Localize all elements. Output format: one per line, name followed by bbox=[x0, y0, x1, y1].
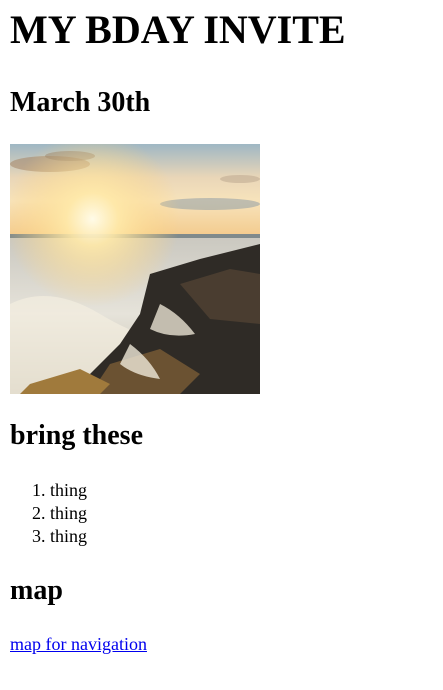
map-navigation-link[interactable]: map for navigation bbox=[10, 633, 147, 655]
bring-items-list: thing thing thing bbox=[10, 479, 433, 548]
event-date-heading: March 30th bbox=[10, 87, 151, 118]
list-item: thing bbox=[50, 502, 433, 525]
sunset-beach-photo bbox=[10, 144, 260, 394]
invite-page: MY BDAY INVITE March 30th bring these 1.… bbox=[0, 7, 443, 655]
list-item: thing bbox=[50, 525, 433, 548]
page-title: MY BDAY INVITE bbox=[10, 7, 346, 52]
list-item: thing bbox=[50, 479, 433, 502]
map-heading: map bbox=[10, 575, 63, 606]
bring-these-heading: bring these bbox=[10, 420, 143, 451]
